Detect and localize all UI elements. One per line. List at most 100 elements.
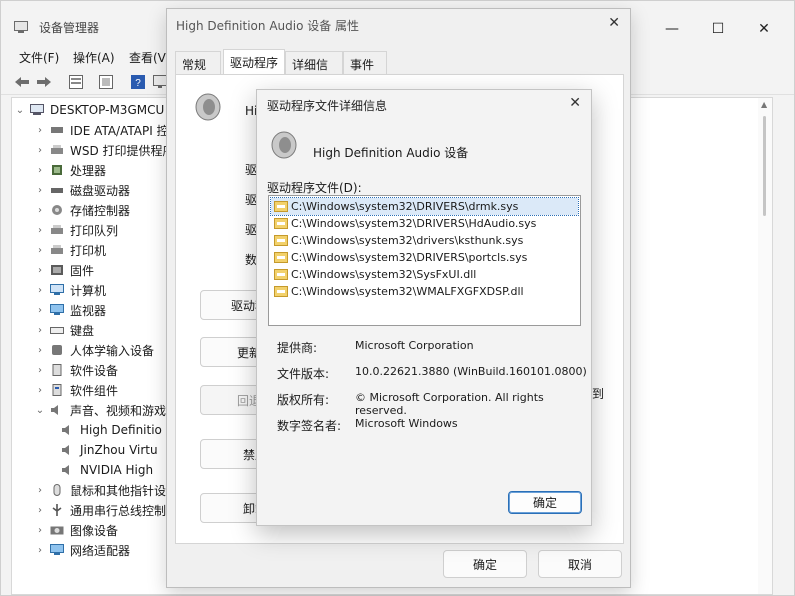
tab-driver[interactable]: 驱动程序	[223, 49, 285, 75]
list-item[interactable]: C:\Windows\system32\DRIVERS\HdAudio.sys	[271, 215, 578, 232]
chevron-right-icon[interactable]: ›	[34, 385, 46, 396]
chevron-right-icon[interactable]: ›	[34, 125, 46, 136]
tab-details[interactable]: 详细信息	[285, 51, 343, 89]
tree-item[interactable]: › 存储控制器	[34, 200, 130, 220]
tree-item-label: 监视器	[70, 303, 107, 318]
copyright-value: © Microsoft Corporation. All rights rese…	[355, 391, 544, 417]
menu-file[interactable]: 文件(F)	[19, 49, 59, 66]
chevron-right-icon[interactable]: ›	[34, 205, 46, 216]
close-button[interactable]: ✕	[744, 15, 784, 43]
chevron-right-icon[interactable]: ›	[34, 265, 46, 276]
tree-item[interactable]: › 通用串行总线控制	[34, 500, 166, 520]
tree-item-label: NVIDIA High	[80, 463, 154, 477]
list-item[interactable]: C:\Windows\system32\WMALFXGFXDSP.dll	[271, 283, 578, 300]
tree-item[interactable]: › 处理器	[34, 160, 106, 180]
scroll-thumb[interactable]	[763, 116, 766, 216]
chevron-right-icon[interactable]: ›	[34, 285, 46, 296]
list-item[interactable]: C:\Windows\system32\DRIVERS\portcls.sys	[271, 249, 578, 266]
chevron-right-icon[interactable]: ›	[34, 165, 46, 176]
chevron-right-icon[interactable]: ›	[34, 305, 46, 316]
tree-item[interactable]: › 人体学输入设备	[34, 340, 154, 360]
chevron-right-icon[interactable]: ›	[34, 485, 46, 496]
properties-dialog-title: High Definition Audio 设备 属性	[176, 19, 360, 33]
chevron-right-icon[interactable]: ›	[34, 525, 46, 536]
forward-arrow-icon[interactable]	[35, 73, 53, 91]
ok-button[interactable]: 确定	[508, 491, 582, 514]
tree-item[interactable]: › 打印队列	[34, 220, 118, 240]
close-icon[interactable]: ✕	[569, 95, 581, 111]
chevron-down-icon[interactable]: ⌄	[34, 405, 46, 416]
chevron-right-icon[interactable]: ›	[34, 505, 46, 516]
device-list-icon[interactable]	[97, 73, 115, 91]
chevron-right-icon[interactable]: ›	[34, 365, 46, 376]
tree-item[interactable]: › WSD 打印提供程序	[34, 140, 175, 160]
scroll-up-icon[interactable]: ▲	[761, 100, 767, 109]
chevron-right-icon[interactable]: ›	[34, 225, 46, 236]
computer-icon	[50, 284, 64, 295]
tree-item[interactable]: JinZhou Virtu	[56, 440, 158, 460]
driver-files-list[interactable]: C:\Windows\system32\DRIVERS\drmk.sys C:\…	[268, 195, 581, 326]
tree-item-label: 声音、视频和游戏控	[70, 403, 179, 418]
list-item[interactable]: C:\Windows\system32\drivers\ksthunk.sys	[271, 232, 578, 249]
tree-item-label: 人体学输入设备	[70, 343, 155, 358]
tree-item[interactable]: › 固件	[34, 260, 94, 280]
chevron-right-icon[interactable]: ›	[34, 245, 46, 256]
help-icon[interactable]: ?	[129, 73, 147, 91]
cancel-button[interactable]: 取消	[538, 550, 622, 578]
usb-icon	[52, 504, 62, 516]
tree-item[interactable]: › 图像设备	[34, 520, 118, 540]
tree-item-label: IDE ATA/ATAPI 控	[70, 123, 169, 138]
back-arrow-icon[interactable]	[13, 73, 31, 91]
tree-item[interactable]: › 鼠标和其他指针设	[34, 480, 166, 500]
minimize-button[interactable]: —	[652, 15, 692, 43]
properties-toolbar-icon[interactable]	[67, 73, 85, 91]
close-icon[interactable]: ✕	[608, 15, 620, 31]
tree-item[interactable]: ⌄ 声音、视频和游戏控	[34, 400, 178, 420]
tree-item[interactable]: › 计算机	[34, 280, 106, 300]
monitor-icon	[50, 304, 64, 315]
driver-file-icon	[274, 269, 288, 280]
tree-item[interactable]: › 软件设备	[34, 360, 118, 380]
ok-button[interactable]: 确定	[443, 550, 527, 578]
provider-label: 提供商:	[277, 341, 318, 355]
chevron-right-icon[interactable]: ›	[34, 145, 46, 156]
processor-icon	[52, 165, 62, 175]
firmware-icon	[51, 265, 63, 275]
side-text: 到	[592, 387, 605, 401]
tree-item[interactable]: › 键盘	[34, 320, 94, 340]
tree-item[interactable]: › 打印机	[34, 240, 106, 260]
maximize-button[interactable]: ☐	[698, 15, 738, 43]
tree-item[interactable]: High Definitio	[56, 420, 162, 440]
print-queue-icon	[51, 225, 63, 234]
tree-item[interactable]: › 监视器	[34, 300, 106, 320]
chevron-down-icon[interactable]: ⌄	[14, 105, 26, 116]
tab-events[interactable]: 事件	[343, 51, 387, 75]
list-item[interactable]: C:\Windows\system32\DRIVERS\drmk.sys	[270, 197, 579, 216]
chevron-right-icon[interactable]: ›	[34, 545, 46, 556]
vertical-scrollbar[interactable]: ▲	[758, 98, 772, 594]
tree-item[interactable]: › IDE ATA/ATAPI 控	[34, 120, 169, 140]
driver-file-icon	[274, 235, 288, 246]
tree-item[interactable]: › 软件组件	[34, 380, 118, 400]
driver-file-icon	[274, 201, 288, 212]
menu-action[interactable]: 操作(A)	[73, 49, 115, 66]
tree-item[interactable]: NVIDIA High	[56, 460, 153, 480]
tree-item-label: 打印机	[70, 243, 107, 258]
chevron-right-icon[interactable]: ›	[34, 345, 46, 356]
tab-general[interactable]: 常规	[175, 51, 221, 75]
details-dialog-title: 驱动程序文件详细信息	[267, 99, 388, 113]
mouse-icon	[53, 484, 61, 496]
tree-item[interactable]: › 网络适配器	[34, 540, 130, 560]
tree-root[interactable]: ⌄ DESKTOP-M3GMCU	[14, 100, 164, 120]
tree-item-label: 通用串行总线控制	[70, 503, 167, 518]
chevron-right-icon[interactable]: ›	[34, 185, 46, 196]
device-manager-icon	[14, 21, 28, 33]
tree-item[interactable]: › 磁盘驱动器	[34, 180, 130, 200]
sound-icon	[51, 405, 58, 415]
digital-signer-value: Microsoft Windows	[355, 417, 458, 430]
menu-view[interactable]: 查看(V)	[129, 49, 171, 66]
chevron-right-icon[interactable]: ›	[34, 325, 46, 336]
tree-item-label: 计算机	[70, 283, 107, 298]
ide-controller-icon	[51, 127, 63, 133]
list-item[interactable]: C:\Windows\system32\SysFxUI.dll	[271, 266, 578, 283]
